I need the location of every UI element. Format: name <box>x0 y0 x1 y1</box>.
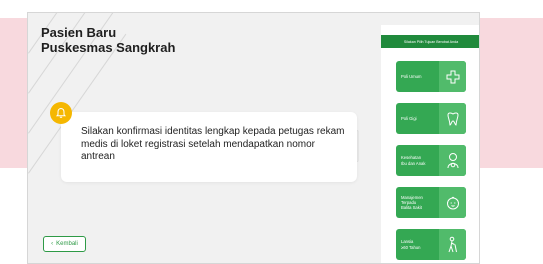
title-line-1: Pasien Baru <box>41 25 117 40</box>
chevron-left-icon: ‹ <box>51 241 54 247</box>
back-button[interactable]: ‹ Kembali <box>43 236 86 252</box>
baby-icon <box>439 187 466 218</box>
kiosk-screen: Pasien Baru Puskesmas Sangkrah Silakan k… <box>27 12 480 264</box>
panel-header: Silakan Pilih Tujuan Berobat Anda <box>381 35 479 48</box>
service-poli-gigi-button[interactable]: Poli Gigi <box>396 103 466 134</box>
service-label: Lansia ≥60 Tahun <box>401 239 421 250</box>
service-panel: Silakan Pilih Tujuan Berobat Anda Poli U… <box>381 25 479 263</box>
bell-icon <box>50 102 72 124</box>
service-label: Manajemen Terpadu Balita Sakit <box>401 194 423 211</box>
tooth-icon <box>439 103 466 134</box>
service-mtbs-button[interactable]: Manajemen Terpadu Balita Sakit <box>396 187 466 218</box>
page-title: Pasien Baru Puskesmas Sangkrah <box>41 25 175 55</box>
info-message: Silakan konfirmasi identitas lengkap kep… <box>81 126 345 162</box>
back-button-label: Kembali <box>56 241 78 247</box>
medical-cross-icon <box>439 61 466 92</box>
elderly-icon <box>439 229 466 260</box>
service-poli-umum-button[interactable]: Poli Umum <box>396 61 466 92</box>
info-card: Silakan konfirmasi identitas lengkap kep… <box>61 112 357 182</box>
mother-child-icon <box>439 145 466 176</box>
title-line-2: Puskesmas Sangkrah <box>41 40 176 55</box>
service-label: Poli Gigi <box>401 115 417 121</box>
service-label: Poli Umum <box>401 73 422 79</box>
service-label: Kesehatan Ibu dan Anak <box>401 155 426 166</box>
service-kia-button[interactable]: Kesehatan Ibu dan Anak <box>396 145 466 176</box>
background-band-right <box>482 18 543 168</box>
service-lansia-button[interactable]: Lansia ≥60 Tahun <box>396 229 466 260</box>
